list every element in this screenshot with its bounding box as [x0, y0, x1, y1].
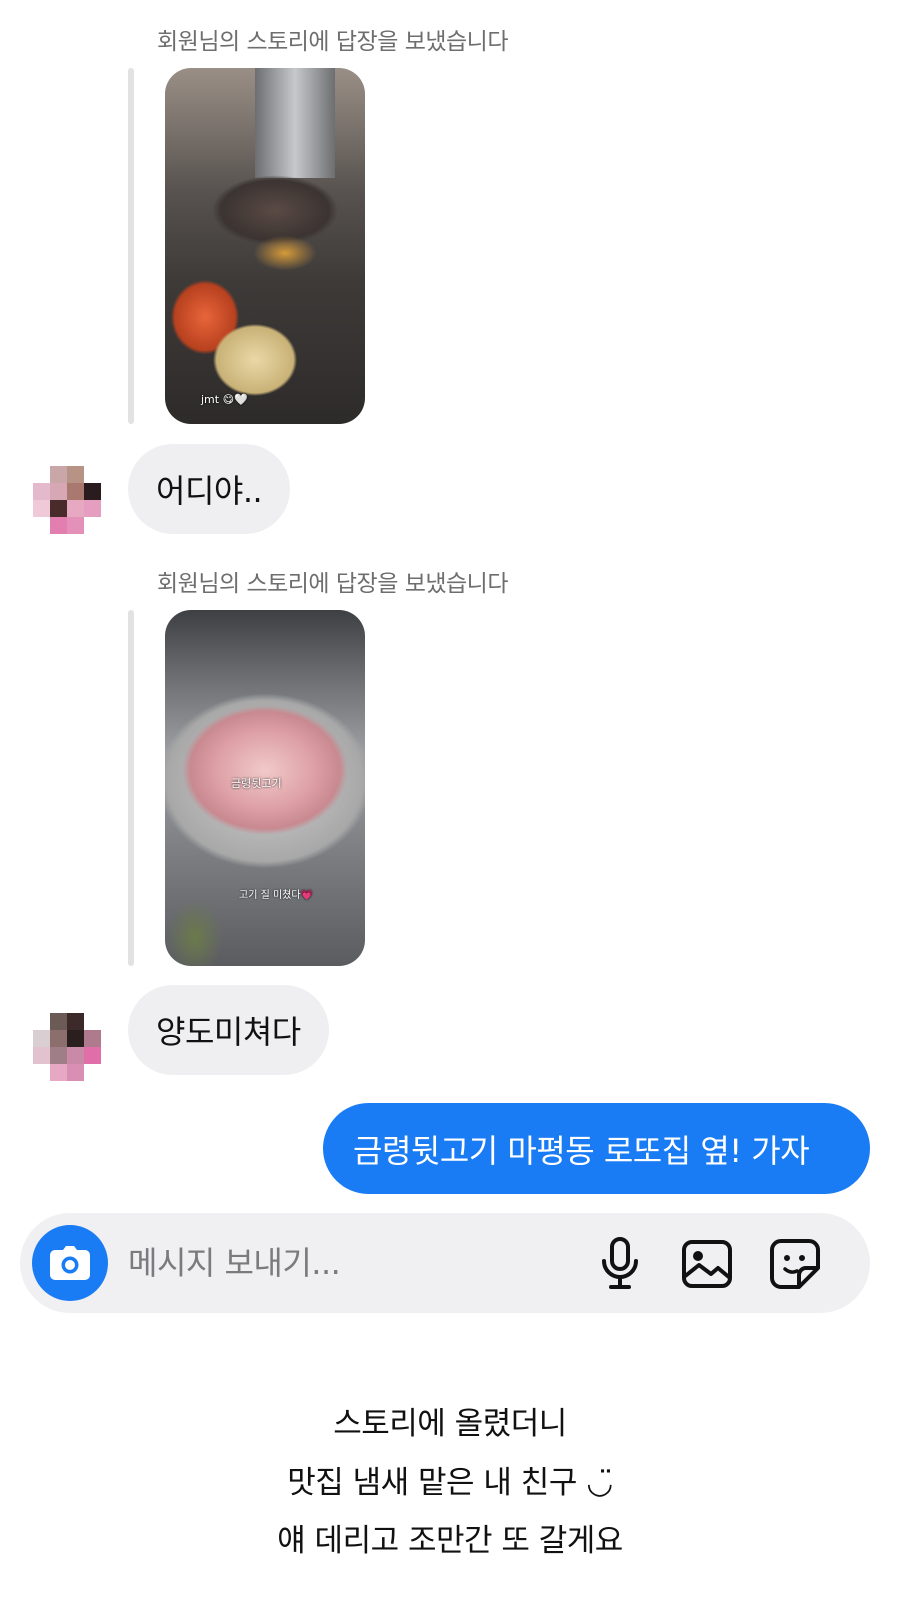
caption-line: 스토리에 올렸더니 — [333, 1406, 567, 1442]
incoming-message[interactable]: 어디야.. — [128, 444, 291, 534]
story-reply-label: 회원님의 스토리에 답장을 보냈습니다 — [157, 29, 509, 55]
microphone-button[interactable] — [593, 1237, 647, 1291]
caption-line: 얘 데리고 조만간 또 갈게요 — [277, 1523, 623, 1559]
story-caption: jmt 😋🤍 — [201, 393, 248, 406]
story-reply-label: 회원님의 스토리에 답장을 보냈습니다 — [157, 571, 509, 597]
incoming-message[interactable]: 양도미쳐다 — [128, 985, 329, 1075]
microphone-icon — [602, 1237, 638, 1289]
gallery-button[interactable] — [680, 1237, 734, 1291]
reply-quote-bar — [128, 610, 134, 966]
avatar[interactable] — [33, 1013, 103, 1083]
camera-icon — [50, 1246, 90, 1280]
message-input[interactable] — [128, 1238, 568, 1288]
sticker-icon — [770, 1239, 820, 1289]
outgoing-message[interactable]: 금령뒷고기 마평동 로또집 옆! 가자 — [323, 1103, 870, 1194]
story-thumbnail[interactable]: jmt 😋🤍 — [165, 68, 365, 424]
story-caption-top: 금령뒷고기 — [231, 777, 282, 790]
camera-button[interactable] — [32, 1225, 108, 1301]
gallery-icon — [682, 1240, 732, 1288]
sticker-button[interactable] — [768, 1237, 822, 1291]
story-thumbnail[interactable]: 금령뒷고기 고기 질 미쳤다💗 — [165, 610, 365, 966]
avatar[interactable] — [33, 466, 103, 536]
story-caption-bottom: 고기 질 미쳤다💗 — [239, 890, 314, 901]
reply-quote-bar — [128, 68, 134, 424]
caption-line: 맛집 냄새 맡은 내 친구 ◡̈ — [287, 1465, 613, 1501]
message-composer — [20, 1213, 870, 1313]
